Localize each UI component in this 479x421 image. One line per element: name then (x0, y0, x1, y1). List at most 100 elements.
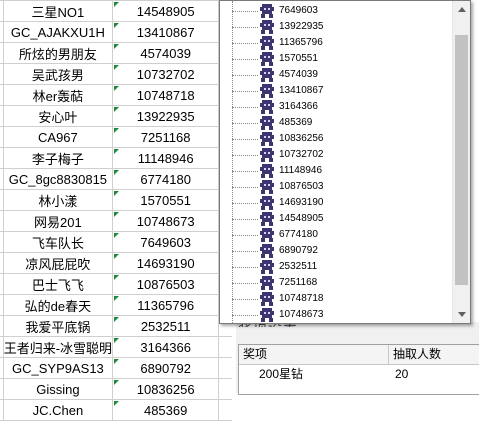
sheet-cell-name[interactable]: GC_AJAKXU1H (2, 21, 114, 43)
tree-item-label: 6890792 (279, 245, 318, 256)
prize-cell[interactable]: 200星钻 (239, 365, 389, 384)
tree-item-label: 10836256 (279, 133, 324, 144)
participant-list-popup[interactable]: 7649603 13922935 11365796 1570551 4574039 134… (219, 0, 471, 324)
tree-item[interactable]: 7649603 (232, 3, 452, 19)
tree-branch-line (232, 315, 258, 316)
sheet-cell-name[interactable]: CA967 (2, 126, 114, 148)
sheet-cell-number[interactable]: 11148946 (112, 147, 220, 169)
sheet-cell-name[interactable]: Gissing (2, 378, 114, 400)
sheet-cell-number[interactable]: 14693190 (112, 252, 220, 274)
prize-grid[interactable]: 奖项 抽取人数 200星钻 20 (238, 344, 479, 395)
sheet-cell-name[interactable]: 所炫的男朋友 (2, 42, 114, 64)
tree-item-label: 10876503 (279, 181, 324, 192)
sheet-cell-number[interactable]: 13922935 (112, 105, 220, 127)
sheet-cell-number[interactable]: 11365796 (112, 294, 220, 316)
sheet-cell-number[interactable]: 6890792 (112, 357, 220, 379)
sheet-cell-name[interactable]: 吴武孩男 (2, 63, 114, 85)
sheet-cell-number[interactable]: 10836256 (112, 378, 220, 400)
sheet-cell-edge[interactable] (218, 357, 232, 379)
user-node-icon (259, 227, 275, 243)
sheet-cell-name[interactable]: GC_8gc8830815 (2, 168, 114, 190)
tree-branch-line (232, 123, 258, 124)
user-node-icon (259, 243, 275, 259)
sheet-cell-number[interactable]: 14548905 (112, 0, 220, 22)
tree-item[interactable]: 13410867 (232, 83, 452, 99)
sheet-row: 弘的de春天 11365796 (0, 294, 232, 316)
tree-item[interactable]: 14548905 (232, 211, 452, 227)
sheet-row: 我爱平底锅 2532511 (0, 315, 232, 337)
user-node-icon (259, 195, 275, 211)
tree-item[interactable]: 13922935 (232, 19, 452, 35)
vertical-scrollbar[interactable] (452, 1, 470, 323)
sheet-cell-number[interactable]: 485369 (112, 399, 220, 421)
tree-item[interactable]: 14693190 (232, 195, 452, 211)
tree-branch-line (232, 27, 258, 28)
sheet-cell-name[interactable]: JC.Chen (2, 399, 114, 421)
sheet-cell-name[interactable]: 凉风屁屁吹 (2, 252, 114, 274)
tree-item[interactable]: 4574039 (232, 67, 452, 83)
participant-tree[interactable]: 7649603 13922935 11365796 1570551 4574039 134… (220, 1, 452, 323)
tree-item[interactable]: 10748673 (232, 307, 452, 323)
scroll-up-arrow-icon[interactable] (453, 1, 470, 18)
sheet-cell-number[interactable]: 13410867 (112, 21, 220, 43)
sheet-cell-name[interactable]: 弘的de春天 (2, 294, 114, 316)
sheet-cell-number[interactable]: 7649603 (112, 231, 220, 253)
sheet-row: GC_8gc8830815 6774180 (0, 168, 232, 190)
column-header-prize[interactable]: 奖项 (239, 345, 389, 364)
tree-item[interactable]: 7251168 (232, 275, 452, 291)
sheet-cell-name[interactable]: 我爱平底锅 (2, 315, 114, 337)
tree-item[interactable]: 11148946 (232, 163, 452, 179)
sheet-cell-number[interactable]: 1570551 (112, 189, 220, 211)
sheet-cell-number[interactable]: 3164366 (112, 336, 220, 358)
tree-item-label: 7649603 (279, 5, 318, 16)
sheet-cell-edge[interactable] (218, 378, 232, 400)
sheet-cell-number[interactable]: 10732702 (112, 63, 220, 85)
sheet-cell-edge[interactable] (218, 399, 232, 421)
tree-item[interactable]: 10876503 (232, 179, 452, 195)
sheet-row: 飞车队长 7649603 (0, 231, 232, 253)
tree-item[interactable]: 6774180 (232, 227, 452, 243)
sheet-cell-number[interactable]: 2532511 (112, 315, 220, 337)
count-cell[interactable]: 20 (389, 365, 479, 384)
scroll-down-arrow-icon[interactable] (453, 306, 470, 323)
tree-item[interactable]: 3164366 (232, 99, 452, 115)
sheet-cell-number[interactable]: 6774180 (112, 168, 220, 190)
sheet-cell-number[interactable]: 10748673 (112, 210, 220, 232)
sheet-cell-number[interactable]: 10748718 (112, 84, 220, 106)
sheet-row: 巴士飞飞 10876503 (0, 273, 232, 295)
scrollbar-thumb[interactable] (455, 35, 468, 285)
tree-item[interactable]: 485369 (232, 115, 452, 131)
tree-item[interactable]: 10836256 (232, 131, 452, 147)
tree-item[interactable]: 1570551 (232, 51, 452, 67)
sheet-cell-name[interactable]: 王者归来-冰雪聪明 (2, 336, 114, 358)
tree-item[interactable]: 11365796 (232, 35, 452, 51)
prize-row[interactable]: 200星钻 20 (239, 365, 479, 384)
sheet-cell-name[interactable]: 安心叶 (2, 105, 114, 127)
sheet-cell-name[interactable]: 李子梅子 (2, 147, 114, 169)
sheet-cell-name[interactable]: 林er轰萜 (2, 84, 114, 106)
sheet-cell-name[interactable]: 飞车队长 (2, 231, 114, 253)
sheet-row: 三星NO1 14548905 (0, 0, 232, 22)
column-header-count[interactable]: 抽取人数 (389, 345, 479, 364)
sheet-cell-name[interactable]: 林小漾 (2, 189, 114, 211)
user-node-icon (259, 99, 275, 115)
tree-branch-line (232, 139, 258, 140)
sheet-cell-number[interactable]: 10876503 (112, 273, 220, 295)
tree-item[interactable]: 10748718 (232, 291, 452, 307)
sheet-cell-name[interactable]: 巴士飞飞 (2, 273, 114, 295)
tree-item-label: 4574039 (279, 69, 318, 80)
sheet-row: 凉风屁屁吹 14693190 (0, 252, 232, 274)
sheet-cell-name[interactable]: GC_SYP9AS13 (2, 357, 114, 379)
sheet-cell-edge[interactable] (218, 336, 232, 358)
tree-item[interactable]: 6890792 (232, 243, 452, 259)
sheet-cell-number[interactable]: 4574039 (112, 42, 220, 64)
sheet-cell-number[interactable]: 7251168 (112, 126, 220, 148)
spreadsheet: 三星NO1 14548905 GC_AJAKXU1H 13410867 所炫的男朋友 45… (0, 0, 232, 421)
sheet-cell-name[interactable]: 网易201 (2, 210, 114, 232)
sheet-row: 吴武孩男 10732702 (0, 63, 232, 85)
tree-item[interactable]: 2532511 (232, 259, 452, 275)
tree-branch-line (232, 267, 258, 268)
tree-item[interactable]: 10732702 (232, 147, 452, 163)
sheet-cell-name[interactable]: 三星NO1 (2, 0, 114, 22)
user-node-icon (259, 179, 275, 195)
